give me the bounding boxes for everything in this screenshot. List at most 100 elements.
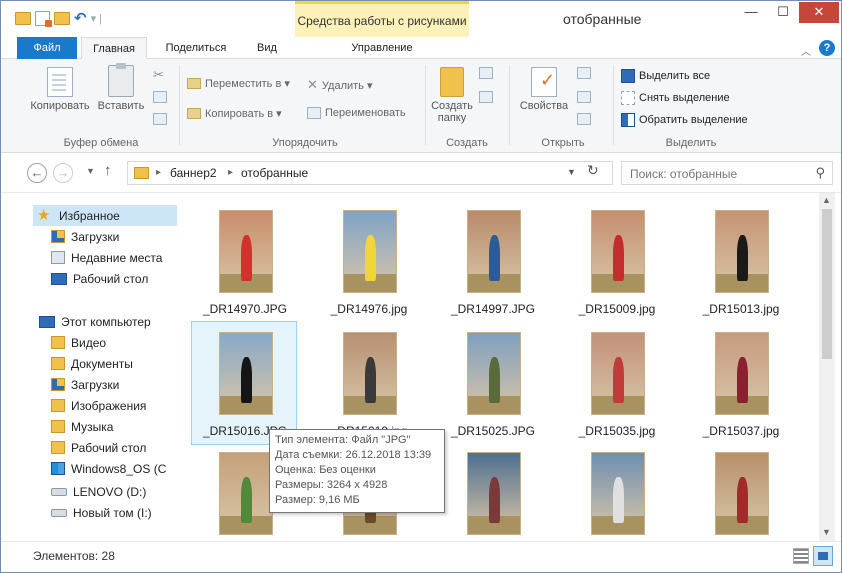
address-chevron-down-icon[interactable]: ▼ bbox=[567, 167, 576, 177]
scroll-up-icon[interactable]: ▲ bbox=[822, 195, 831, 205]
rename-button[interactable]: Переименовать bbox=[307, 107, 406, 119]
copy-path-button[interactable] bbox=[153, 91, 167, 103]
copy-to-label: Копировать в ▾ bbox=[205, 108, 282, 120]
easy-access-button[interactable] bbox=[479, 91, 493, 103]
file-thumbnail bbox=[467, 210, 521, 293]
history-button[interactable] bbox=[577, 113, 591, 125]
up-button[interactable]: ↑ bbox=[104, 162, 112, 179]
nav-item-drive-d[interactable]: LENOVO (D:) bbox=[51, 481, 146, 502]
back-button[interactable]: ← bbox=[27, 163, 47, 183]
nav-item-favorites[interactable]: ★ Избранное bbox=[33, 205, 177, 226]
properties-icon[interactable] bbox=[35, 10, 52, 27]
collapse-ribbon-icon[interactable]: ︿ bbox=[801, 43, 811, 58]
nav-item-label: Видео bbox=[71, 335, 107, 350]
ribbon: Копировать Вставить ✂ Буфер обмена Перем… bbox=[1, 59, 841, 153]
help-icon[interactable]: ? bbox=[819, 40, 835, 56]
file-item[interactable]: _DR14997.JPG bbox=[439, 199, 545, 323]
large-icons-view-icon[interactable] bbox=[813, 546, 833, 566]
minimize-button[interactable]: — bbox=[737, 2, 765, 23]
edit-button[interactable] bbox=[577, 91, 591, 103]
nav-item-label: Загрузки bbox=[71, 377, 120, 392]
tab-manage[interactable]: Управление bbox=[295, 37, 469, 59]
open-button[interactable] bbox=[577, 67, 591, 79]
window-title: отобранные bbox=[563, 11, 642, 27]
file-item[interactable] bbox=[439, 441, 545, 541]
scroll-down-icon[interactable]: ▼ bbox=[822, 527, 831, 537]
file-item[interactable] bbox=[687, 441, 793, 541]
drive-icon bbox=[51, 508, 67, 517]
file-info-tooltip: Тип элемента: Файл "JPG" Дата съемки: 26… bbox=[269, 429, 445, 513]
properties-button[interactable]: Свойства bbox=[515, 67, 573, 112]
move-to-button[interactable]: Переместить в ▾ bbox=[187, 77, 290, 90]
tab-share[interactable]: Поделиться bbox=[153, 37, 239, 59]
nav-item-this-pc[interactable]: Этот компьютер bbox=[39, 311, 151, 332]
file-item[interactable]: _DR15013.jpg bbox=[687, 199, 793, 323]
nav-item-pictures[interactable]: Изображения bbox=[51, 395, 146, 416]
new-folder-label: Создать папку bbox=[431, 100, 473, 124]
forward-button[interactable]: → bbox=[53, 163, 73, 183]
tab-view[interactable]: Вид bbox=[245, 37, 289, 59]
file-thumbnail bbox=[343, 210, 397, 293]
search-icon[interactable]: ⚲ bbox=[815, 165, 825, 181]
file-list-scrollbar-thumb[interactable] bbox=[822, 209, 832, 359]
paste-button[interactable]: Вставить bbox=[93, 63, 149, 112]
tab-home[interactable]: Главная bbox=[81, 37, 147, 59]
copy-to-button[interactable]: Копировать в ▾ bbox=[187, 107, 282, 120]
new-folder-icon bbox=[440, 67, 464, 97]
select-all-button[interactable]: Выделить все bbox=[621, 69, 710, 83]
cut-icon: ✂ bbox=[153, 67, 164, 82]
folder-icon bbox=[15, 11, 31, 25]
file-item[interactable]: _DR15009.jpg bbox=[563, 199, 669, 323]
nav-item-recent-places[interactable]: Недавние места bbox=[51, 247, 162, 268]
tooltip-line: Оценка: Без оценки bbox=[275, 464, 376, 476]
nav-item-desktop-pc[interactable]: Рабочий стол bbox=[51, 437, 146, 458]
new-folder-button[interactable]: Создать папку bbox=[429, 67, 475, 124]
search-box[interactable]: ⚲ bbox=[621, 161, 833, 185]
nav-item-downloads-pc[interactable]: Загрузки bbox=[51, 374, 119, 395]
invert-selection-button[interactable]: Обратить выделение bbox=[621, 113, 748, 127]
undo-icon[interactable]: ↶ bbox=[74, 9, 87, 27]
qat-dropdown-icon[interactable]: ▾ | bbox=[91, 12, 102, 25]
select-none-button[interactable]: Снять выделение bbox=[621, 91, 730, 105]
file-item[interactable]: _DR14976.jpg bbox=[315, 199, 421, 323]
nav-item-music[interactable]: Музыка bbox=[51, 416, 113, 437]
details-view-icon[interactable] bbox=[793, 548, 809, 564]
tooltip-line: Тип элемента: Файл "JPG" bbox=[275, 434, 411, 446]
new-item-button[interactable] bbox=[479, 67, 493, 79]
address-bar[interactable]: ▸ баннер2 ▸ отобранные bbox=[127, 161, 613, 185]
nav-item-video[interactable]: Видео bbox=[51, 332, 106, 353]
copy-button[interactable]: Копировать bbox=[27, 67, 93, 112]
file-item[interactable] bbox=[563, 441, 669, 541]
file-name: _DR14976.jpg bbox=[330, 302, 408, 316]
delete-button[interactable]: ✕ Удалить ▾ bbox=[307, 77, 372, 93]
new-item-icon bbox=[479, 67, 493, 79]
file-item[interactable]: _DR14970.JPG bbox=[191, 199, 297, 323]
file-item[interactable]: _DR15019.jpg bbox=[315, 321, 421, 445]
file-name: _DR15025.JPG bbox=[450, 424, 536, 438]
breadcrumb-item[interactable]: отобранные bbox=[241, 166, 308, 180]
recent-locations-chevron-down-icon[interactable]: ▼ bbox=[86, 166, 95, 176]
file-item[interactable]: _DR15037.jpg bbox=[687, 321, 793, 445]
chevron-right-icon[interactable]: ▸ bbox=[156, 167, 161, 178]
copy-to-icon bbox=[187, 108, 201, 119]
breadcrumb-item[interactable]: баннер2 bbox=[170, 166, 217, 180]
file-item[interactable]: _DR15035.jpg bbox=[563, 321, 669, 445]
file-item[interactable]: _DR15025.JPG bbox=[439, 321, 545, 445]
nav-item-documents[interactable]: Документы bbox=[51, 353, 133, 374]
tooltip-line: Размер: 9,16 МБ bbox=[275, 494, 360, 506]
maximize-button[interactable]: ☐ bbox=[769, 2, 797, 23]
nav-item-drive-i[interactable]: Новый том (I:) bbox=[51, 502, 152, 523]
file-item[interactable]: _DR15016.JPG bbox=[191, 321, 297, 445]
close-button[interactable]: ✕ bbox=[799, 2, 839, 23]
nav-item-downloads[interactable]: Загрузки bbox=[51, 226, 119, 247]
paste-shortcut-button[interactable] bbox=[153, 113, 167, 125]
nav-item-desktop[interactable]: Рабочий стол bbox=[51, 268, 148, 289]
file-list-scrollbar[interactable]: ▲ ▼ bbox=[819, 193, 835, 541]
refresh-icon[interactable]: ↻ bbox=[587, 162, 599, 179]
new-folder-icon[interactable] bbox=[54, 11, 70, 25]
cut-button[interactable]: ✂ bbox=[153, 67, 164, 83]
search-input[interactable] bbox=[630, 166, 800, 182]
chevron-right-icon[interactable]: ▸ bbox=[228, 167, 233, 178]
tab-file[interactable]: Файл bbox=[17, 37, 77, 59]
nav-item-drive-c[interactable]: Windows8_OS (C bbox=[51, 458, 166, 479]
